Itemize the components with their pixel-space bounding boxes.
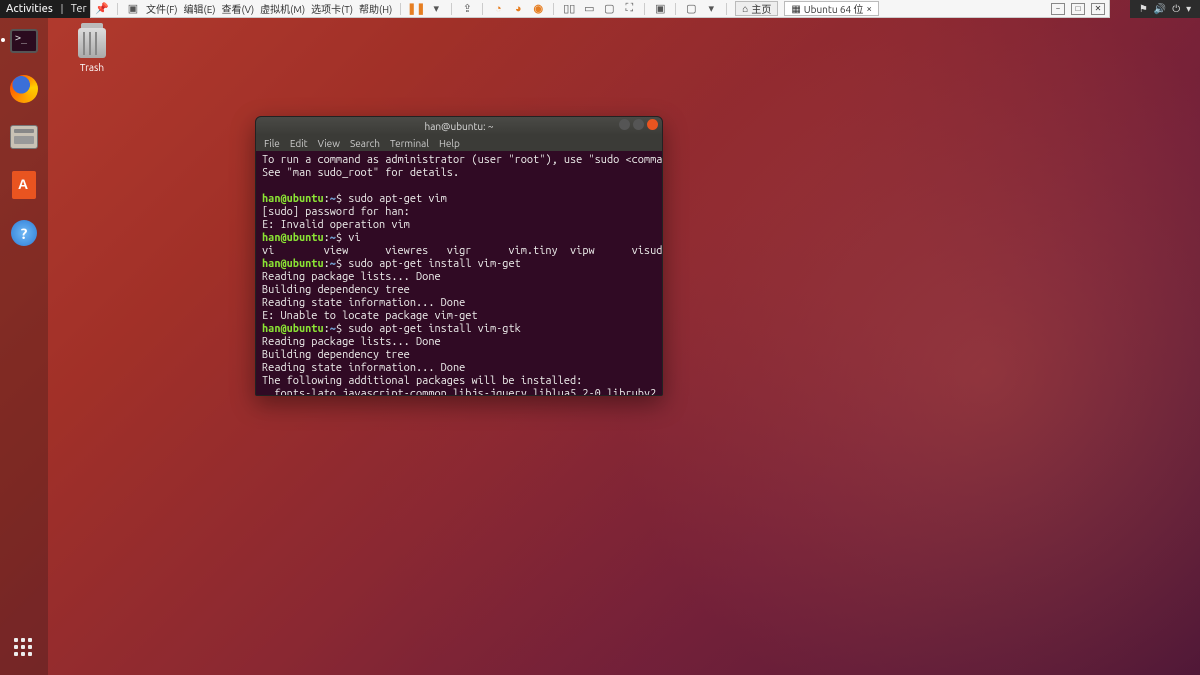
apps-grid-icon — [14, 638, 34, 658]
vm-menu-view[interactable]: 查看(V) — [221, 1, 254, 16]
vm-icon: ▦ — [791, 3, 800, 15]
vm-snapshot2-icon[interactable]: ◕ — [511, 2, 525, 16]
terminal-icon — [10, 29, 38, 53]
vm-layout2-icon[interactable]: ▭ — [582, 2, 596, 16]
host-status-bar: ⚑ 🔊 ⏻ ▾ — [1130, 0, 1200, 18]
terminal-title: han@ubuntu: ~ — [424, 121, 493, 132]
vm-menu-edit[interactable]: 编辑(E) — [184, 1, 216, 16]
vm-library-icon[interactable]: ▣ — [653, 2, 667, 16]
vm-snapshot-icon[interactable]: ◔ — [491, 2, 505, 16]
vm-menu-file[interactable]: 文件(F) — [146, 1, 178, 16]
chevron-down-icon[interactable]: ▾ — [1186, 3, 1191, 15]
terminal-menu-view[interactable]: View — [318, 138, 340, 149]
vm-snapshot3-icon[interactable]: ◉ — [531, 2, 545, 16]
vm-tab-home-label: 主页 — [751, 1, 771, 16]
chevron-down-icon[interactable]: ▾ — [704, 2, 718, 16]
ubuntu-top-bar: Activities Ter — [0, 0, 90, 18]
software-icon — [12, 171, 36, 199]
bluetooth-icon[interactable]: ⚑ — [1139, 3, 1148, 15]
terminal-output[interactable]: To run a command as administrator (user … — [256, 151, 662, 395]
vm-pin-icon[interactable]: 📌 — [95, 2, 109, 16]
vm-menu-tabs[interactable]: 选项卡(T) — [311, 1, 353, 16]
window-minimize-button[interactable] — [619, 119, 630, 130]
dock-help[interactable]: ? — [7, 216, 41, 250]
window-maximize-button[interactable] — [633, 119, 644, 130]
ubuntu-dock: ? — [0, 18, 48, 675]
home-icon: ⌂ — [742, 3, 748, 15]
vm-fullscreen-icon[interactable]: ⛶ — [622, 2, 636, 16]
terminal-menu-search[interactable]: Search — [350, 138, 380, 149]
vm-layout1-icon[interactable]: ▯▯ — [562, 2, 576, 16]
firefox-icon — [10, 75, 38, 103]
chevron-down-icon[interactable]: ▾ — [429, 2, 443, 16]
vm-send-icon[interactable]: ⇪ — [460, 2, 474, 16]
window-close-button[interactable] — [647, 119, 658, 130]
dock-firefox[interactable] — [7, 72, 41, 106]
terminal-window[interactable]: han@ubuntu: ~ File Edit View Search Term… — [255, 116, 663, 396]
terminal-menu-file[interactable]: File — [264, 138, 280, 149]
vm-tab-ubuntu[interactable]: ▦ Ubuntu 64 位 × — [784, 1, 879, 16]
vm-unity-icon[interactable]: ▢ — [602, 2, 616, 16]
dock-software[interactable] — [7, 168, 41, 202]
window-minimize-button[interactable]: − — [1051, 3, 1065, 15]
window-close-button[interactable]: ✕ — [1091, 3, 1105, 15]
vm-tabs-icon[interactable]: ▣ — [126, 2, 140, 16]
volume-icon[interactable]: 🔊 — [1154, 3, 1166, 15]
terminal-menubar: File Edit View Search Terminal Help — [256, 135, 662, 151]
terminal-menu-edit[interactable]: Edit — [290, 138, 308, 149]
vm-pause-icon[interactable]: ❚❚ — [409, 2, 423, 16]
show-applications-button[interactable] — [7, 631, 41, 665]
trash-icon — [78, 28, 106, 58]
trash-label: Trash — [70, 62, 114, 73]
vm-tab-home[interactable]: ⌂ 主页 — [735, 1, 778, 16]
vm-host-toolbar: 📌 ▣ 文件(F) 编辑(E) 查看(V) 虚拟机(M) 选项卡(T) 帮助(H… — [90, 0, 1110, 18]
terminal-menu-terminal[interactable]: Terminal — [390, 138, 429, 149]
power-icon[interactable]: ⏻ — [1172, 3, 1180, 15]
terminal-titlebar[interactable]: han@ubuntu: ~ — [256, 117, 662, 135]
vm-screenshot-icon[interactable]: ▢ — [684, 2, 698, 16]
files-icon — [10, 125, 38, 149]
vm-menu-vm[interactable]: 虚拟机(M) — [260, 1, 305, 16]
trash-desktop-icon[interactable]: Trash — [70, 28, 114, 73]
top-app-icon[interactable] — [61, 4, 63, 14]
close-icon[interactable]: × — [866, 3, 872, 14]
help-icon: ? — [11, 220, 37, 246]
dock-terminal[interactable] — [7, 24, 41, 58]
vm-menu-help[interactable]: 帮助(H) — [359, 1, 392, 16]
terminal-menu-help[interactable]: Help — [439, 138, 460, 149]
top-app-label[interactable]: Ter — [71, 3, 87, 15]
window-restore-button[interactable]: □ — [1071, 3, 1085, 15]
activities-button[interactable]: Activities — [6, 3, 53, 15]
dock-files[interactable] — [7, 120, 41, 154]
vm-tab-ubuntu-label: Ubuntu 64 位 — [804, 1, 864, 16]
